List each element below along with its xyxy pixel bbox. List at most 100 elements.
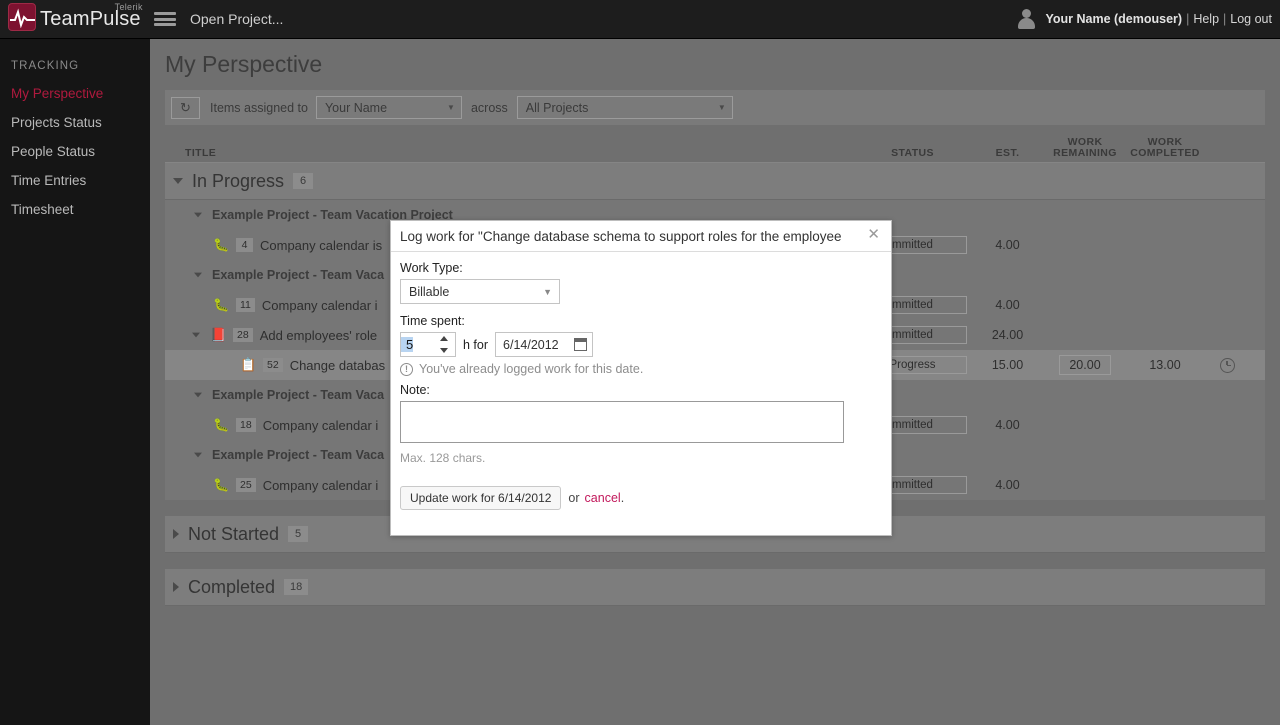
- group-name: In Progress: [192, 170, 285, 191]
- date-value: 6/14/2012: [503, 337, 559, 352]
- collapse-toggle-icon[interactable]: [194, 272, 202, 278]
- refresh-icon[interactable]: ↻: [171, 96, 200, 119]
- collapse-toggle-icon[interactable]: [173, 178, 183, 184]
- task-icon: 📋: [240, 357, 257, 372]
- hours-for-label: h for: [463, 337, 489, 352]
- row-est: 4.00: [995, 298, 1020, 312]
- logout-link[interactable]: Log out: [1230, 12, 1272, 26]
- chevron-down-icon: ▼: [543, 286, 552, 297]
- dialog-header: Log work for "Change database schema to …: [391, 221, 891, 252]
- update-work-button[interactable]: Update work for 6/14/2012: [400, 486, 562, 510]
- max-chars-hint: Max. 128 chars.: [400, 451, 486, 465]
- filter-bar: ↻ Items assigned to Your Name ▼ across A…: [165, 90, 1265, 125]
- app-logo[interactable]: TeamPulse Telerik: [8, 2, 143, 31]
- column-header-status[interactable]: STATUS: [855, 147, 970, 159]
- top-bar: TeamPulse Telerik Open Project... Your N…: [0, 0, 1280, 39]
- help-link[interactable]: Help: [1193, 12, 1219, 26]
- assignee-dropdown[interactable]: Your Name ▼: [315, 96, 462, 119]
- collapse-toggle-icon[interactable]: [194, 212, 202, 218]
- date-field[interactable]: 6/14/2012: [495, 332, 594, 357]
- sidebar-item-my-perspective[interactable]: My Perspective: [0, 79, 150, 108]
- wr-line2: REMAINING: [1053, 147, 1117, 159]
- sidebar-item-people-status[interactable]: People Status: [0, 137, 150, 166]
- group-header-in-progress[interactable]: In Progress 6: [165, 163, 1265, 200]
- calendar-icon[interactable]: [574, 338, 588, 351]
- bug-icon: 🐛: [213, 477, 230, 492]
- row-title: Company calendar i: [262, 417, 379, 433]
- sidebar-item-projects-status[interactable]: Projects Status: [0, 108, 150, 137]
- user-name[interactable]: Your Name (demouser): [1045, 12, 1182, 26]
- or-label: or: [568, 491, 580, 505]
- warning-text: You've already logged work for this date…: [419, 362, 644, 376]
- collapse-toggle-icon[interactable]: [194, 452, 202, 458]
- warning-icon: !: [400, 362, 413, 376]
- column-header-title[interactable]: TITLE: [165, 147, 855, 159]
- story-icon: 📕: [210, 327, 227, 342]
- user-menu: Your Name (demouser) | Help | Log out: [1017, 9, 1272, 29]
- column-header-work-completed[interactable]: WORK COMPLETED: [1125, 137, 1205, 159]
- sidebar-item-timesheet[interactable]: Timesheet: [0, 195, 150, 224]
- warning-message: ! You've already logged work for this da…: [400, 362, 881, 376]
- row-title: Change databas: [289, 357, 386, 373]
- row-id-badge: 28: [233, 328, 253, 342]
- bug-icon: 🐛: [213, 237, 230, 252]
- group-header-completed[interactable]: Completed 18: [165, 569, 1265, 606]
- project-name: Example Project - Team Vaca: [212, 268, 385, 282]
- assignee-value: Your Name: [324, 100, 388, 115]
- open-project-button[interactable]: Open Project...: [190, 11, 283, 27]
- note-label: Note:: [400, 383, 430, 397]
- expand-toggle-icon[interactable]: [173, 582, 179, 592]
- work-type-value: Billable: [409, 284, 450, 299]
- cancel-link[interactable]: cancel: [585, 491, 621, 505]
- time-spent-value[interactable]: 5: [401, 337, 414, 352]
- close-icon[interactable]: ✕: [867, 227, 880, 242]
- separator: |: [1223, 12, 1227, 26]
- column-header-est[interactable]: EST.: [970, 147, 1045, 159]
- work-remaining-input[interactable]: 20.00: [1059, 355, 1111, 375]
- dialog-title: Log work for "Change database schema to …: [400, 228, 842, 244]
- row-est: 24.00: [991, 328, 1024, 342]
- work-type-dropdown[interactable]: Billable ▼: [400, 279, 560, 304]
- grid-spacer: [165, 553, 1265, 569]
- row-work-completed: 13.00: [1149, 358, 1181, 372]
- period: .: [620, 491, 625, 505]
- sidebar: TRACKING My Perspective Projects Status …: [0, 39, 150, 725]
- project-dropdown[interactable]: All Projects ▼: [516, 96, 733, 119]
- row-id-badge: 18: [236, 418, 256, 432]
- work-type-label: Work Type:: [400, 261, 463, 275]
- sidebar-item-time-entries[interactable]: Time Entries: [0, 166, 150, 195]
- pulse-logo-icon: [8, 3, 36, 31]
- page-title: My Perspective: [165, 51, 323, 77]
- bug-icon: 🐛: [213, 297, 230, 312]
- group-count-badge: 5: [288, 526, 309, 542]
- row-title: Company calendar is: [260, 237, 383, 253]
- stepper-arrows-icon[interactable]: [440, 336, 448, 353]
- time-spent-stepper[interactable]: 5: [400, 332, 456, 357]
- logo-superscript: Telerik: [114, 2, 143, 12]
- project-value: All Projects: [525, 100, 589, 115]
- row-title: Company calendar i: [261, 297, 378, 313]
- chevron-down-icon: ▼: [717, 103, 726, 112]
- across-label: across: [470, 100, 508, 115]
- row-est: 4.00: [995, 478, 1020, 492]
- row-title: Company calendar i: [262, 477, 379, 493]
- sidebar-group-label: TRACKING: [11, 60, 80, 72]
- note-textarea[interactable]: [400, 401, 844, 443]
- group-name: Completed: [188, 576, 276, 597]
- collapse-toggle-icon[interactable]: [194, 392, 202, 398]
- log-work-dialog: Log work for "Change database schema to …: [390, 220, 892, 536]
- column-header-work-remaining[interactable]: WORK REMAINING: [1045, 137, 1125, 159]
- row-id-badge: 52: [263, 358, 283, 372]
- avatar: [1017, 9, 1036, 29]
- expand-toggle-icon[interactable]: [173, 529, 179, 539]
- wc-line2: COMPLETED: [1130, 147, 1200, 159]
- group-name: Not Started: [188, 523, 280, 544]
- project-name: Example Project - Team Vaca: [212, 448, 385, 462]
- hamburger-icon[interactable]: [154, 10, 176, 28]
- log-work-clock-icon[interactable]: [1220, 357, 1235, 373]
- collapse-toggle-icon[interactable]: [192, 332, 200, 338]
- bug-icon: 🐛: [213, 417, 230, 432]
- assigned-to-label: Items assigned to: [210, 100, 308, 115]
- project-name: Example Project - Team Vaca: [212, 388, 385, 402]
- time-spent-label: Time spent:: [400, 314, 465, 328]
